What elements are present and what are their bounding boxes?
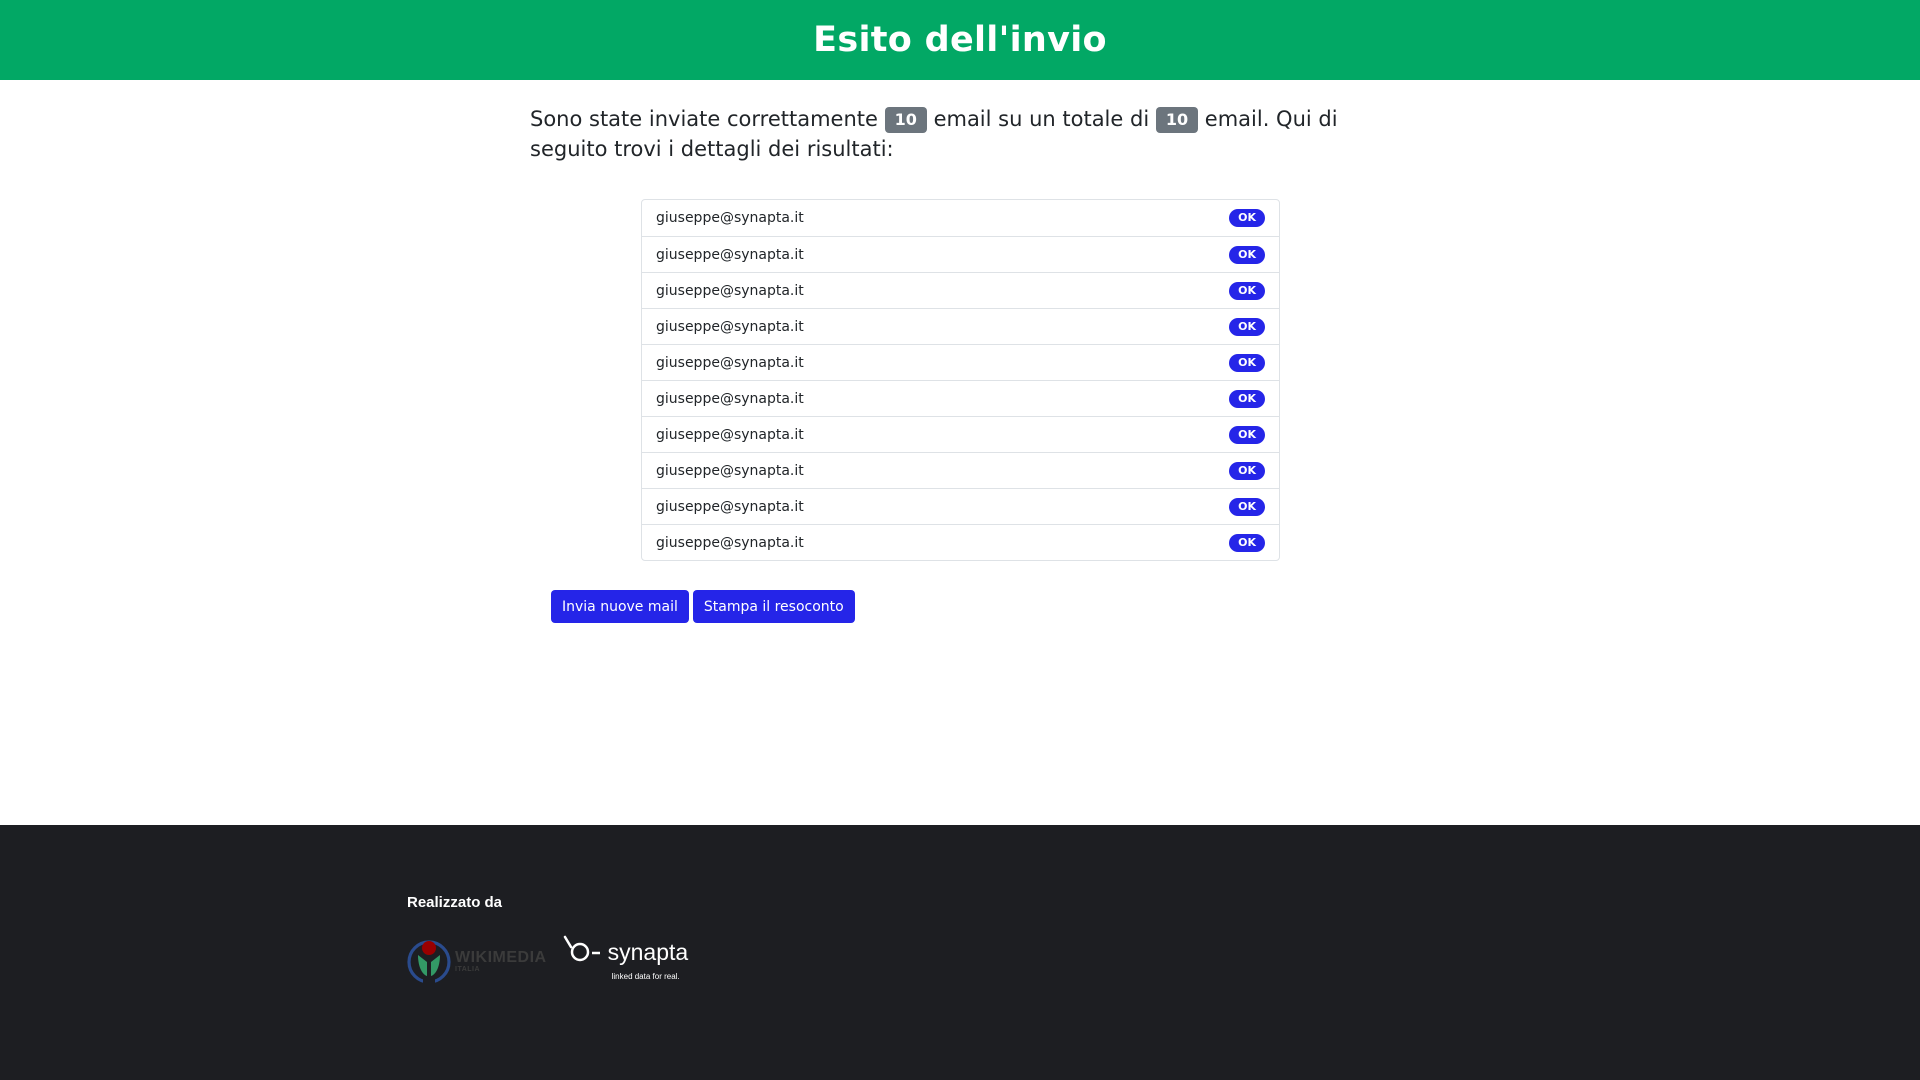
status-badge: OK xyxy=(1229,461,1265,480)
page-title: Esito dell'invio xyxy=(813,20,1107,60)
status-badge: OK xyxy=(1229,533,1265,552)
sent-count-badge: 10 xyxy=(884,107,927,133)
summary-text: Sono state inviate correttamente 10 emai… xyxy=(530,104,1400,164)
synapta-logo[interactable]: synapta linked data for real. xyxy=(563,935,703,987)
list-item: giuseppe@synapta.it OK xyxy=(642,452,1279,488)
status-badge: OK xyxy=(1229,353,1265,372)
total-count-badge: 10 xyxy=(1155,107,1199,133)
wikimedia-italia-logo[interactable]: WIKIMEDIA ITALIA xyxy=(407,938,547,984)
summary-text-middle: email su un totale di xyxy=(933,107,1150,131)
list-item: giuseppe@synapta.it OK xyxy=(642,236,1279,272)
list-item: giuseppe@synapta.it OK xyxy=(642,524,1279,560)
status-badge: OK xyxy=(1229,425,1265,444)
footer-title: Realizzato da xyxy=(407,894,503,911)
status-badge: OK xyxy=(1229,497,1265,516)
wikimedia-logo-icon xyxy=(407,940,451,984)
list-item: giuseppe@synapta.it OK xyxy=(642,308,1279,344)
list-item: giuseppe@synapta.it OK xyxy=(642,380,1279,416)
print-report-button[interactable]: Stampa il resoconto xyxy=(692,590,855,623)
synapta-logo-icon xyxy=(563,935,600,962)
result-email: giuseppe@synapta.it xyxy=(656,210,804,226)
list-item: giuseppe@synapta.it OK xyxy=(642,272,1279,308)
wikimedia-name: WIKIMEDIA xyxy=(455,948,547,966)
result-email: giuseppe@synapta.it xyxy=(656,246,804,263)
result-email: giuseppe@synapta.it xyxy=(656,498,804,515)
status-badge: OK xyxy=(1229,281,1265,300)
send-new-mail-button[interactable]: Invia nuove mail xyxy=(551,590,689,623)
wikimedia-sub: ITALIA xyxy=(455,965,481,973)
result-email: giuseppe@synapta.it xyxy=(656,318,804,335)
list-item: giuseppe@synapta.it OK xyxy=(642,416,1279,452)
partner-logos: WIKIMEDIA ITALIA synapta linked data for… xyxy=(407,935,703,987)
result-email: giuseppe@synapta.it xyxy=(656,390,804,407)
status-badge: OK xyxy=(1229,209,1265,227)
list-item: giuseppe@synapta.it OK xyxy=(642,488,1279,524)
results-list: giuseppe@synapta.it OK giuseppe@synapta.it… xyxy=(641,199,1280,561)
action-buttons: Invia nuove mail Stampa il resoconto xyxy=(551,590,855,623)
list-item: giuseppe@synapta.it OK xyxy=(642,200,1279,236)
status-badge: OK xyxy=(1229,245,1265,264)
result-email: giuseppe@synapta.it xyxy=(656,534,804,551)
list-item: giuseppe@synapta.it OK xyxy=(642,344,1279,380)
page-header: Esito dell'invio xyxy=(0,0,1920,80)
result-email: giuseppe@synapta.it xyxy=(656,462,804,479)
summary-text-before: Sono state inviate correttamente xyxy=(530,107,878,131)
result-email: giuseppe@synapta.it xyxy=(656,354,804,371)
result-email: giuseppe@synapta.it xyxy=(656,426,804,443)
synapta-tagline: linked data for real. xyxy=(611,972,680,981)
status-badge: OK xyxy=(1229,389,1265,408)
status-badge: OK xyxy=(1229,317,1265,336)
page-footer: Realizzato da WIKIMEDIA ITALIA synapta l xyxy=(0,825,1920,1080)
wikimedia-wordmark: WIKIMEDIA ITALIA xyxy=(455,948,547,973)
synapta-name: synapta xyxy=(607,939,689,965)
result-email: giuseppe@synapta.it xyxy=(656,282,804,299)
